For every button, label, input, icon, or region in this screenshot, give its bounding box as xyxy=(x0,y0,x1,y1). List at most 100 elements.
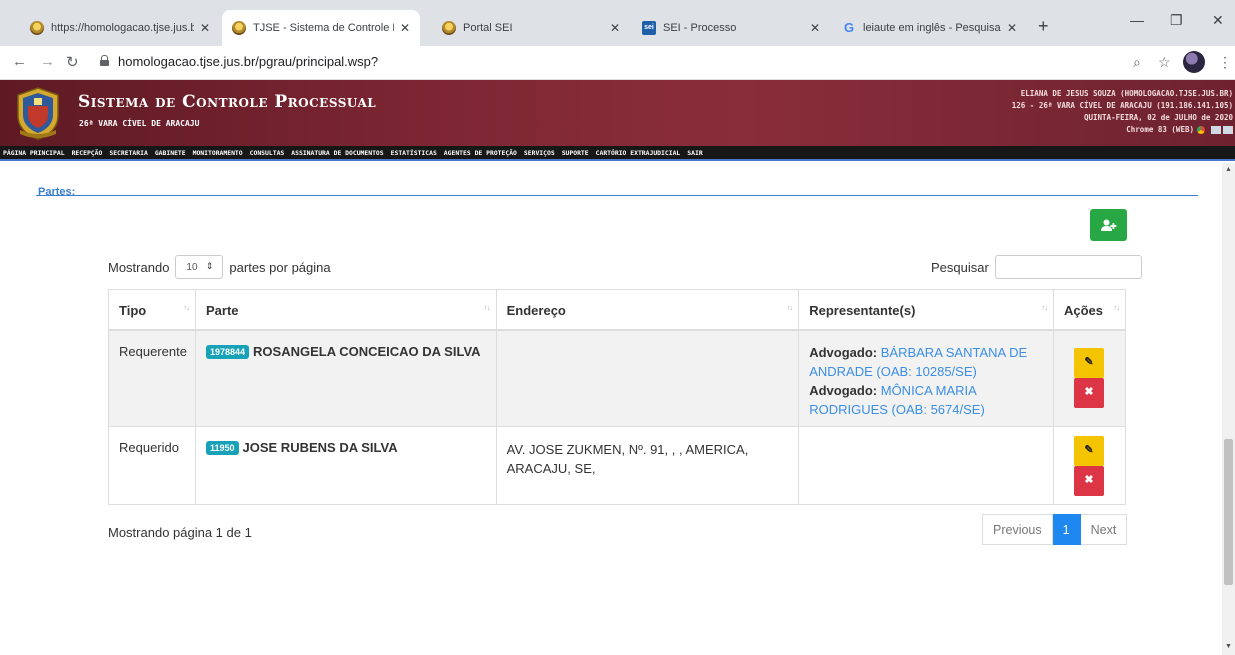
menu-item-secretaria[interactable]: SECRETARIA xyxy=(109,149,147,157)
updown-arrow-icon: ⇕ xyxy=(205,261,214,271)
pencil-icon: ✎ xyxy=(1084,444,1094,456)
seal-icon xyxy=(30,21,44,35)
cell-representantes: Advogado: BÁRBARA SANTANA DE ANDRADE (OA… xyxy=(798,329,1054,427)
browser-info: Chrome 83 (WEB) xyxy=(1126,125,1194,134)
pencil-icon: ✎ xyxy=(1084,355,1094,368)
lock-icon xyxy=(100,55,109,66)
cell-endereco: AV. JOSE ZUKMEN, Nº. 91, , , AMERICA, AR… xyxy=(495,426,800,505)
seal-icon xyxy=(232,21,246,35)
menu-item-recepcao[interactable]: RECEPÇÃO xyxy=(72,149,103,157)
rep-label: Advogado: xyxy=(809,382,878,398)
zoom-icon[interactable]: ⌕ xyxy=(1133,54,1141,71)
browser-tab-strip: https://homologacao.tjse.jus.br ✕ TJSE -… xyxy=(0,0,1235,46)
address-bar-row: ← → ↻ homologacao.tjse.jus.br/pgrau/prin… xyxy=(0,46,1235,80)
menu-item-cartorio[interactable]: CARTÓRIO EXTRAJUDICIAL xyxy=(596,149,681,157)
browser-tab[interactable]: https://homologacao.tjse.jus.br ✕ xyxy=(20,10,220,46)
menu-item-consultas[interactable]: CONSULTAS xyxy=(250,149,285,157)
vertical-scrollbar[interactable]: ▲ ▼ xyxy=(1222,163,1235,655)
table-info: Mostrando página 1 de 1 xyxy=(108,525,252,540)
table-search: Pesquisar xyxy=(931,255,1142,279)
sort-icon: ↑↓ xyxy=(1113,303,1120,312)
close-icon: ✖ xyxy=(1084,474,1094,486)
browser-tab[interactable]: G leiaute em inglês - Pesquisa G ✕ xyxy=(832,10,1027,46)
browser-tab-active[interactable]: TJSE - Sistema de Controle Pro ✕ xyxy=(222,10,420,46)
cell-tipo: Requerente xyxy=(108,329,196,427)
menu-item-agentes[interactable]: AGENTES DE PROTEÇÃO xyxy=(444,149,517,157)
close-icon[interactable]: ✕ xyxy=(1007,21,1017,35)
tab-title: leiaute em inglês - Pesquisa G xyxy=(863,22,1001,34)
edit-button[interactable]: ✎ xyxy=(1073,347,1104,378)
next-button[interactable]: Next xyxy=(1080,514,1128,545)
menu-item-gabinete[interactable]: GABINETE xyxy=(155,149,186,157)
sort-icon: ↑↓ xyxy=(1040,303,1048,312)
table-row: Requerente 1978844 ROSANGELA CONCEICAO DA… xyxy=(108,329,1127,427)
previous-button[interactable]: Previous xyxy=(982,514,1053,545)
current-date: QUINTA-FEIRA, 02 de JULHO de 2020 xyxy=(1083,113,1233,122)
star-icon[interactable]: ☆ xyxy=(1158,54,1171,71)
cell-representantes xyxy=(798,426,1054,505)
scroll-down-icon[interactable]: ▼ xyxy=(1225,643,1232,650)
page-length-value: 10 xyxy=(186,261,198,273)
column-header-parte[interactable]: Parte ↑↓ xyxy=(194,289,497,331)
edit-button[interactable]: ✎ xyxy=(1073,436,1104,466)
user-unit: 126 - 26ª VARA CÍVEL DE ARACAJU (191.186… xyxy=(1011,101,1233,110)
browser-tab[interactable]: sei SEI - Processo ✕ xyxy=(632,10,830,46)
column-header-endereco[interactable]: Endereço ↑↓ xyxy=(495,289,800,331)
close-icon[interactable]: ✕ xyxy=(610,21,620,35)
menu-item-assinatura[interactable]: ASSINATURA DE DOCUMENTOS xyxy=(291,149,383,157)
profile-avatar[interactable] xyxy=(1183,51,1205,73)
section-title: Partes: xyxy=(38,186,76,198)
column-header-acoes[interactable]: Ações ↑↓ xyxy=(1052,289,1127,331)
reload-icon[interactable]: ↻ xyxy=(66,53,79,71)
table-header-row: Tipo ↑↓ Parte ↑↓ Endereço ↑↓ Representante(… xyxy=(108,289,1127,331)
cell-parte: 11950 JOSE RUBENS DA SILVA xyxy=(194,426,497,505)
back-icon[interactable]: ← xyxy=(12,53,27,70)
main-menu: PÁGINA PRINCIPAL RECEPÇÃO SECRETARIA GAB… xyxy=(0,146,1235,161)
parties-table: Tipo ↑↓ Parte ↑↓ Endereço ↑↓ Representante(… xyxy=(108,289,1127,505)
close-icon[interactable]: ✕ xyxy=(400,21,410,35)
section-divider xyxy=(36,195,1198,196)
close-icon[interactable]: ✕ xyxy=(200,21,210,35)
menu-item-servicos[interactable]: SERVIÇOS xyxy=(524,149,555,157)
tab-title: SEI - Processo xyxy=(663,22,737,34)
restore-icon[interactable]: ❐ xyxy=(1170,12,1183,29)
column-header-representantes[interactable]: Representante(s) ↑↓ xyxy=(798,289,1054,331)
party-name[interactable]: ROSANGELA CONCEICAO DA SILVA xyxy=(253,344,481,359)
cell-endereco xyxy=(495,329,800,427)
window-close-icon[interactable]: ✕ xyxy=(1212,12,1224,29)
sort-icon: ↑↓ xyxy=(786,303,793,312)
tab-title: Portal SEI xyxy=(463,22,513,34)
page-length-prefix: Mostrando xyxy=(108,259,170,275)
column-header-tipo[interactable]: Tipo ↑↓ xyxy=(108,289,196,331)
page-length-select[interactable]: 10 ⇕ xyxy=(175,255,224,279)
browser-tab[interactable]: Portal SEI ✕ xyxy=(432,10,630,46)
session-info: ELIANA DE JESUS SOUZA (HOMOLOGACAO.TJSE.… xyxy=(1012,88,1233,136)
add-party-button[interactable] xyxy=(1090,209,1127,241)
kebab-menu-icon[interactable]: ⋮ xyxy=(1218,54,1232,71)
forward-icon[interactable]: → xyxy=(40,53,55,70)
scrollbar-thumb[interactable] xyxy=(1224,439,1233,585)
delete-button[interactable]: ✖ xyxy=(1073,377,1104,408)
menu-item-pagina-principal[interactable]: PÁGINA PRINCIPAL xyxy=(3,149,65,157)
menu-item-monitoramento[interactable]: MONITORAMENTO xyxy=(193,149,243,157)
search-input[interactable] xyxy=(994,255,1142,279)
party-id-badge: 11950 xyxy=(205,441,239,455)
scroll-up-icon[interactable]: ▲ xyxy=(1225,166,1232,173)
minimize-icon[interactable]: — xyxy=(1130,12,1144,28)
court-name: 26ª VARA CÍVEL DE ARACAJU xyxy=(79,119,200,128)
menu-item-suporte[interactable]: SUPORTE xyxy=(562,149,589,157)
page-1-button[interactable]: 1 xyxy=(1052,514,1081,545)
page-length-control: Mostrando 10 ⇕ partes por página xyxy=(108,255,331,279)
url-input[interactable]: homologacao.tjse.jus.br/pgrau/principal.… xyxy=(118,54,378,69)
page-length-suffix: partes por página xyxy=(229,259,331,275)
sei-icon: sei xyxy=(642,21,656,35)
tab-title: TJSE - Sistema de Controle Pro xyxy=(253,22,394,34)
printer-icon[interactable] xyxy=(1211,126,1233,134)
party-name[interactable]: JOSE RUBENS DA SILVA xyxy=(243,440,398,455)
delete-button[interactable]: ✖ xyxy=(1073,466,1104,496)
menu-item-sair[interactable]: SAIR xyxy=(687,149,702,157)
close-icon[interactable]: ✕ xyxy=(810,21,820,35)
new-tab-button[interactable]: + xyxy=(1038,16,1049,37)
user-name: ELIANA DE JESUS SOUZA (HOMOLOGACAO.TJSE.… xyxy=(1020,89,1233,98)
menu-item-estatisticas[interactable]: ESTATÍSTICAS xyxy=(391,149,437,157)
